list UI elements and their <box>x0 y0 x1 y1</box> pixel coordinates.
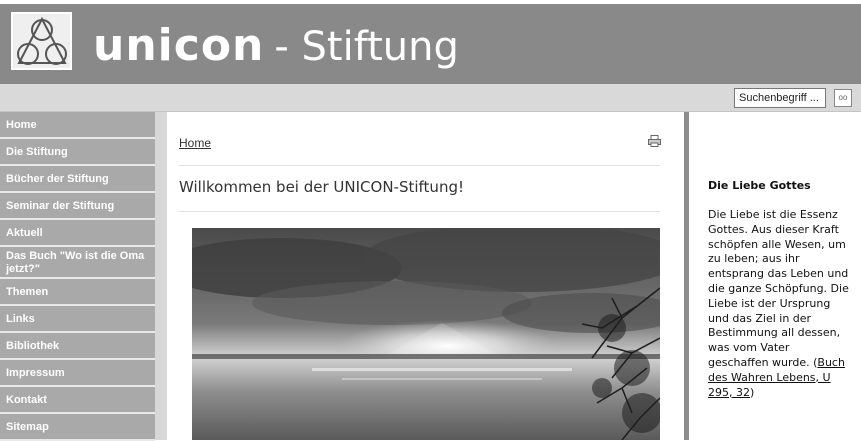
sidebar-item-buch-oma[interactable]: Das Buch "Wo ist die Oma jetzt?" <box>0 247 155 279</box>
column-divider <box>684 112 689 440</box>
search-button[interactable]: oo <box>834 89 852 107</box>
aside-title: Die Liebe Gottes <box>708 179 811 192</box>
search-bar: Suchenbegriff ... oo <box>0 84 861 112</box>
brand-name: unicon <box>93 20 265 71</box>
aside-source-close: ) <box>750 385 755 399</box>
aside-body: Die Liebe ist die Essenz Gottes. Aus die… <box>708 208 849 369</box>
triangle-circles-logo-icon <box>17 16 67 65</box>
sidebar-item-buecher[interactable]: Bücher der Stiftung <box>0 166 155 193</box>
divider-line <box>179 211 660 212</box>
site-header: unicon - Stiftung <box>0 0 861 84</box>
sidebar-item-aktuell[interactable]: Aktuell <box>0 220 155 247</box>
sidebar-item-die-stiftung[interactable]: Die Stiftung <box>0 139 155 166</box>
printer-icon[interactable] <box>648 135 661 147</box>
sidebar-item-seminar[interactable]: Seminar der Stiftung <box>0 193 155 220</box>
brand-suffix: - Stiftung <box>274 24 459 70</box>
sidebar-nav: Home Die Stiftung Bücher der Stiftung Se… <box>0 112 155 441</box>
sidebar-item-bibliothek[interactable]: Bibliothek <box>0 333 155 360</box>
search-input[interactable]: Suchenbegriff ... <box>734 88 826 108</box>
sidebar-item-home[interactable]: Home <box>0 112 155 139</box>
top-strip <box>0 0 861 4</box>
sidebar: Home Die Stiftung Bücher der Stiftung Se… <box>0 112 167 441</box>
sidebar-item-sitemap[interactable]: Sitemap <box>0 414 155 441</box>
logo[interactable] <box>11 12 72 70</box>
hero-image-sunset-lake <box>192 228 660 440</box>
divider-line <box>179 165 660 166</box>
aside-text: Die Liebe ist die Essenz Gottes. Aus die… <box>708 208 852 400</box>
site-brand[interactable]: unicon - Stiftung <box>93 20 459 71</box>
sidebar-item-kontakt[interactable]: Kontakt <box>0 387 155 414</box>
sidebar-item-impressum[interactable]: Impressum <box>0 360 155 387</box>
sidebar-item-themen[interactable]: Themen <box>0 279 155 306</box>
breadcrumb-home-link[interactable]: Home <box>179 136 211 150</box>
sidebar-item-links[interactable]: Links <box>0 306 155 333</box>
page-title: Willkommen bei der UNICON-Stiftung! <box>179 178 464 196</box>
